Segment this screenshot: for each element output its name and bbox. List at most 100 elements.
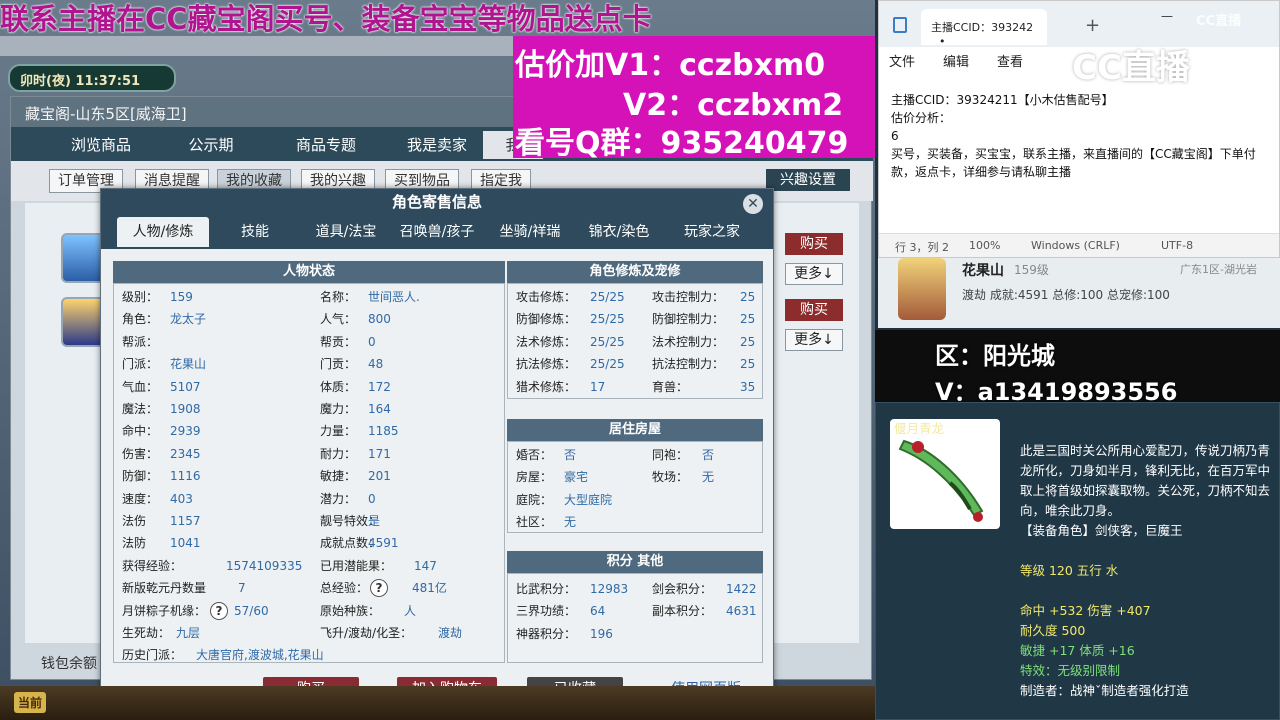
more-button[interactable]: 更多↓ [785,263,843,285]
tab-seller[interactable]: 我是卖家 [387,131,487,159]
current-channel-button[interactable]: 当前 [14,692,47,713]
stat-row: 生死劫： 九层 飞升/渡劫/化圣： 渡劫 [114,622,504,644]
stat-value: 0 [368,334,376,349]
stat-value: 否 [564,448,577,462]
tab-items[interactable]: 道具/法宝 [301,217,391,247]
stat-label: 抗法控制力： [652,357,725,372]
stat-value: 481亿 [412,581,447,596]
help-icon[interactable]: ? [370,579,388,598]
stat-value: 159 [170,290,193,304]
text-line: 估价分析： [891,111,952,125]
tab-mounts[interactable]: 坐骑/祥瑞 [487,217,573,247]
buy-button[interactable]: 购买 [785,233,843,255]
encoding: UTF-8 [1161,239,1194,252]
stat-row: 社区： 无 [508,511,762,533]
stat-label: 潜力： [320,491,357,506]
listing-card[interactable]: 花果山 159级 广东1区-湖光岩 渡劫 成就:4591 总修:100 总宠修:… [878,258,1280,328]
interest-settings-button[interactable]: 兴趣设置 [766,169,850,191]
stat-value: 大型庭院 [564,492,613,507]
stat-row: 命中： 2939 力量： 1185 [114,420,504,442]
points-panel: 比武积分： 12983 剑会积分： 1422 三界功绩： 64 副本积分： 4631 神器积分：… [507,573,763,663]
close-icon[interactable]: ✕ [743,194,763,214]
history-row: 历史门派： 大唐官府,渡波城,花果山 [114,644,504,666]
stat-value: 57/60 [234,603,269,618]
tab-pets[interactable]: 召唤兽/孩子 [393,217,481,247]
notepad-tab[interactable]: 主播CCID：393242 • [921,9,1047,48]
notepad-icon [893,17,907,33]
stat-row: 比武积分： 12983 剑会积分： 1422 [508,578,762,600]
cultivation-panel: 攻击修炼： 25/25 攻击控制力： 25 防御修炼： 25/25 防御控制力： 25 法术修炼… [507,283,763,399]
menu-view[interactable]: 查看 [997,51,1023,70]
tab-skills[interactable]: 技能 [213,217,297,247]
stat-value: 164 [368,402,391,416]
tab-public[interactable]: 公示期 [161,131,261,159]
stat-row: 帮派： 帮贡： 0 [114,331,504,353]
stat-value: 17 [590,379,606,394]
item-effect: 特效：无级别限制 [1020,663,1121,678]
stat-value: 25 [740,290,756,304]
stat-label: 飞升/渡劫/化圣： [320,626,413,640]
menu-file[interactable]: 文件 [889,51,915,70]
notepad-text[interactable]: 主播CCID：39324211【小木估售配号】 估价分析： 6 买号，买装备，买… [891,91,1271,181]
stat-value: 花果山 [170,357,207,372]
buy-button[interactable]: 购买 [785,299,843,321]
tab-browse[interactable]: 浏览商品 [51,131,151,159]
tab-outfits[interactable]: 锦衣/染色 [579,217,659,247]
stat-label: 体质： [320,379,357,394]
stat-row: 防御修炼： 25/25 防御控制力： 25 [508,308,762,330]
stat-label: 新版乾元丹数量 [122,581,207,596]
text-line: 主播CCID：39324211【小木估售配号】 [891,93,1114,107]
status-panel: 级别： 159 名称： 世间恶人. 角色： 龙太子 人气： 800 帮派： 帮贡： 0 门派： 花果山门… [113,283,505,663]
stat-row: 气血： 5107 体质： 172 [114,376,504,398]
cultivation-header: 角色修炼及宠修 [507,261,763,283]
stat-label: 牧场： [652,470,689,485]
stat-label: 总经验： [320,581,369,596]
item-stat-agi: 敏捷 +17 体质 +16 [1020,643,1135,658]
promo-banner: 联系主播在CC藏宝阁买号、装备宝宝等物品送点卡 [0,2,652,36]
menu-edit[interactable]: 编辑 [943,51,969,70]
stat-label: 比武积分： [516,582,577,596]
zoom-level: 100% [969,239,1001,252]
stat-label: 庭院： [516,492,553,507]
new-tab-button[interactable]: + [1085,15,1100,36]
item-durability: 耐久度 500 [1020,623,1086,638]
stat-label: 获得经验： [122,558,183,573]
stat-value: 25 [740,357,756,372]
avatar [898,258,946,320]
stat-label: 帮派： [122,334,159,349]
stat-label: 命中： [122,424,159,439]
tab-character[interactable]: 人物/修炼 [117,217,209,247]
stat-value: 1908 [170,402,201,416]
tab-topics[interactable]: 商品专题 [271,131,381,159]
stat-label: 剑会积分： [652,582,713,596]
stat-label: 法伤 [122,514,147,528]
stat-row: 门派： 花果山 门贡： 48 [114,353,504,375]
stat-row: 法伤 1157 靓号特效：是 [114,510,504,532]
stat-label: 气血： [122,379,159,394]
tab-home[interactable]: 玩家之家 [667,217,757,247]
notepad-window: 主播CCID：393242 • + — 文件 编辑 查看 主播CCID：3932… [878,0,1280,258]
stat-row: 攻击修炼： 25/25 攻击控制力： 25 [508,286,762,308]
stat-value: 九层 [176,626,201,640]
item-maker: 制造者：战神ˇ制造者强化打造 [1020,683,1189,698]
stat-label: 门贡： [320,357,357,372]
help-icon[interactable]: ? [210,601,228,620]
stat-value: 豪宅 [564,470,589,485]
item-role: 【装备角色】剑侠客，巨魔王 [1020,523,1183,538]
stat-value: 201 [368,469,391,484]
stat-label: 抗法修炼： [516,357,577,372]
stat-label: 月饼粽子机缘： [122,603,207,618]
promo-qq: 看号Q群：935240479 [515,126,849,161]
points-header: 积分 其他 [507,551,763,573]
more-button[interactable]: 更多↓ [785,329,843,351]
stat-value: 196 [590,626,613,641]
cc-live-watermark: CC直播 [1072,48,1190,88]
stat-label: 法术控制力： [652,334,725,349]
stat-value: 2939 [170,424,201,439]
stat-value: 25/25 [590,290,625,304]
stat-label: 防御： [122,469,159,484]
listing-summary: 渡劫 成就:4591 总修:100 总宠修:100 [962,288,1170,302]
stat-label: 名称： [320,290,357,304]
minimize-button[interactable]: — [1161,9,1173,23]
stat-row: 房屋： 豪宅 牧场： 无 [508,466,762,488]
